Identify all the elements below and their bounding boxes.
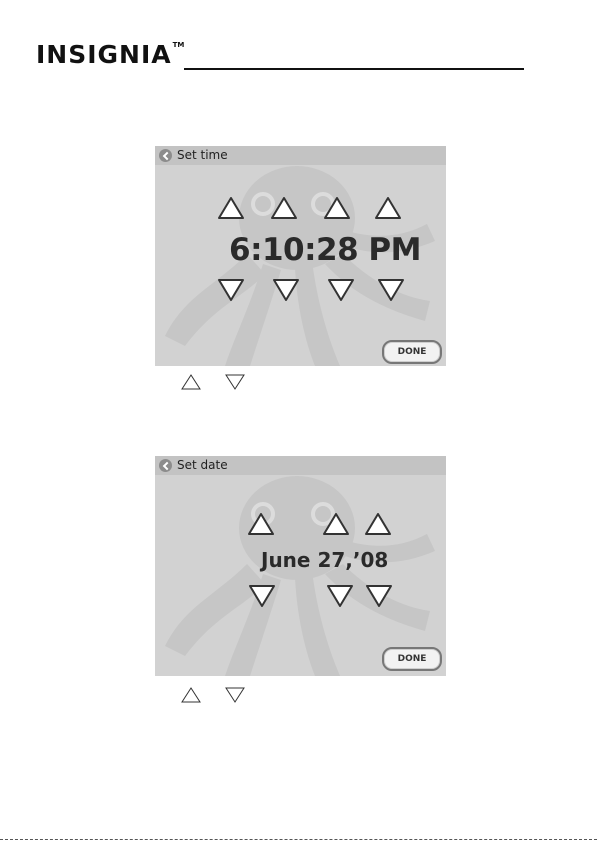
- hour-down-arrow-button[interactable]: [217, 278, 245, 302]
- screen-title: Set time: [177, 148, 228, 162]
- year-up-arrow-button[interactable]: [364, 512, 392, 536]
- minute-up-arrow-button[interactable]: [270, 196, 298, 220]
- second-up-arrow-button[interactable]: [323, 196, 351, 220]
- date-readout: June 27,’08: [261, 548, 389, 572]
- ampm-up-arrow-button[interactable]: [374, 196, 402, 220]
- up-triangle-outline-icon: [180, 373, 202, 395]
- day-down-arrow-button[interactable]: [326, 584, 354, 608]
- screen-title: Set date: [177, 458, 228, 472]
- day-up-arrow-button[interactable]: [322, 512, 350, 536]
- down-triangle-outline-icon: [224, 373, 246, 395]
- minute-down-arrow-button[interactable]: [272, 278, 300, 302]
- insignia-logo: INSIGNIATM: [36, 40, 185, 69]
- down-triangle-outline-icon: [224, 686, 246, 708]
- page-bottom-rule: [0, 839, 597, 840]
- title-bar: Set time: [155, 146, 446, 165]
- title-bar: Set date: [155, 456, 446, 475]
- set-time-screen: Set time 6:10:28 PM DONE: [155, 146, 446, 366]
- time-readout: 6:10:28 PM: [229, 232, 422, 268]
- back-arrow-icon[interactable]: [159, 459, 172, 472]
- year-down-arrow-button[interactable]: [365, 584, 393, 608]
- set-date-screen: Set date June 27,’08 DONE: [155, 456, 446, 676]
- month-down-arrow-button[interactable]: [248, 584, 276, 608]
- header-rule: [184, 68, 524, 70]
- logo-trademark: TM: [172, 41, 185, 49]
- month-up-arrow-button[interactable]: [247, 512, 275, 536]
- logo-text: INSIGNIA: [36, 40, 172, 69]
- second-down-arrow-button[interactable]: [327, 278, 355, 302]
- done-button[interactable]: DONE: [382, 340, 442, 364]
- up-triangle-outline-icon: [180, 686, 202, 708]
- done-button[interactable]: DONE: [382, 647, 442, 671]
- hour-up-arrow-button[interactable]: [217, 196, 245, 220]
- ampm-down-arrow-button[interactable]: [377, 278, 405, 302]
- back-arrow-icon[interactable]: [159, 149, 172, 162]
